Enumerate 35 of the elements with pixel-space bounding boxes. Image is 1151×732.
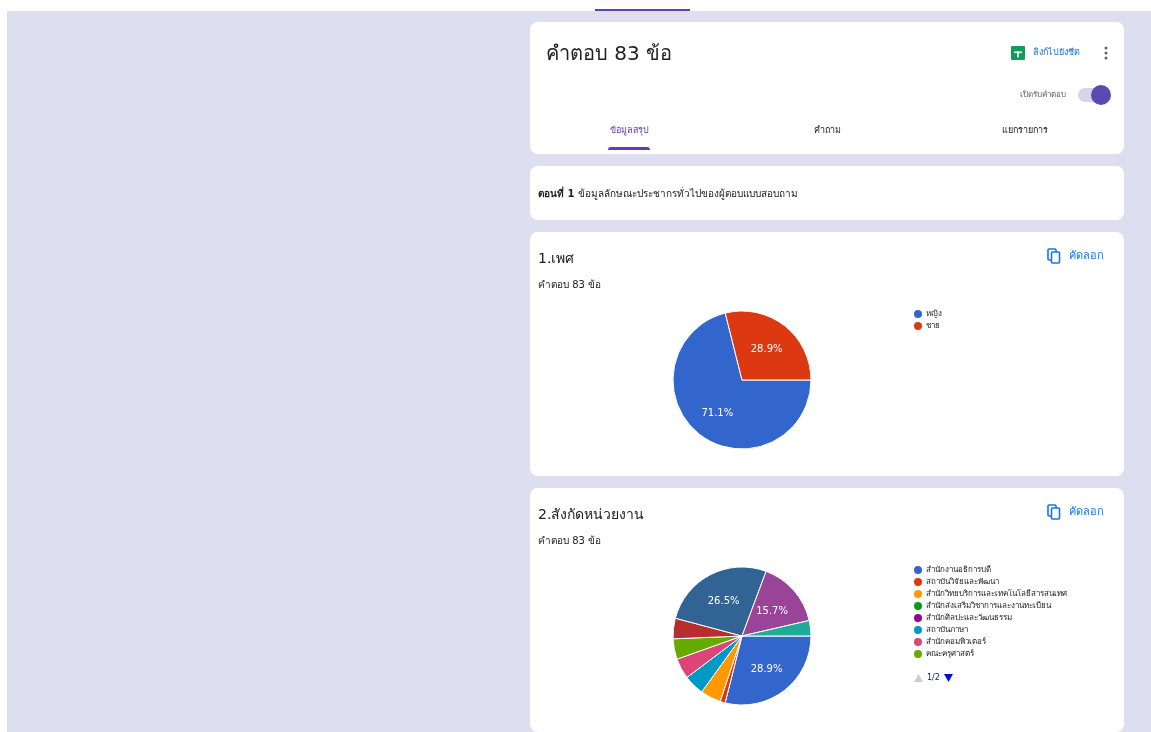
legend-label: สำนักคอมพิวเตอร์ [926,636,986,648]
slice-label: 15.7% [756,604,788,616]
summary-tab[interactable]: ข้อมูลสรุป [530,114,728,154]
question-title: 1.เพศ [538,249,576,268]
response-count: คำตอบ 83 ข้อ [538,534,603,548]
slice-label: 28.9% [750,662,783,674]
legend-label: หญิง [926,308,942,320]
copy-button[interactable]: คัดลอก [1047,504,1104,521]
accepting-toggle[interactable] [1078,88,1108,102]
legend-label: สำนักส่งเสริมวิชาการและงานทะเบียน [926,600,1051,612]
legend-pager: 1/2 [927,672,940,684]
response-count: คำตอบ 83 ข้อ [538,278,602,292]
slice-label: 28.9% [750,343,783,355]
legend-label: สถาบันภาษา [926,624,968,636]
summary-tab[interactable]: คำถาม [728,114,926,154]
legend-label: คณะครุศาสตร์ [926,648,974,660]
sheet-link-button[interactable]: ลิงก์ไปยังชีต [1011,46,1080,60]
legend-label: สำนักงานอธิการบดี [926,564,991,576]
spreadsheet-icon [1011,46,1025,60]
question-title: 2.สังกัดหน่วยงาน [538,505,645,524]
legend-label: สำนักวิทยบริการและเทคโนโลยีสารสนเทศ [926,588,1067,600]
section-title: ตอนที่ 1 ข้อมูลลักษณะประชากรทั่วไปของผู้ตอบแบบสอบถาม [538,185,798,201]
legend-label: ชาย [926,320,940,332]
slice-label: 71.1% [701,406,734,418]
accepting-label: เปิดรับคำตอบ [1020,89,1066,101]
copy-icon [1047,504,1061,521]
copy-icon [1047,248,1061,265]
legend-label: สำนักศิลปะและวัฒนธรรม [926,612,1012,624]
down-arrow-icon[interactable] [943,674,953,682]
responses-title: คำตอบ 83 ข้อ [546,40,673,67]
legend-label: สถาบันวิจัยและพัฒนา [926,576,999,588]
more-icon[interactable] [1104,46,1108,60]
summary-tab[interactable]: แยกรายการ [926,114,1124,154]
copy-button[interactable]: คัดลอก [1047,248,1104,265]
slice-label: 26.5% [707,595,740,607]
